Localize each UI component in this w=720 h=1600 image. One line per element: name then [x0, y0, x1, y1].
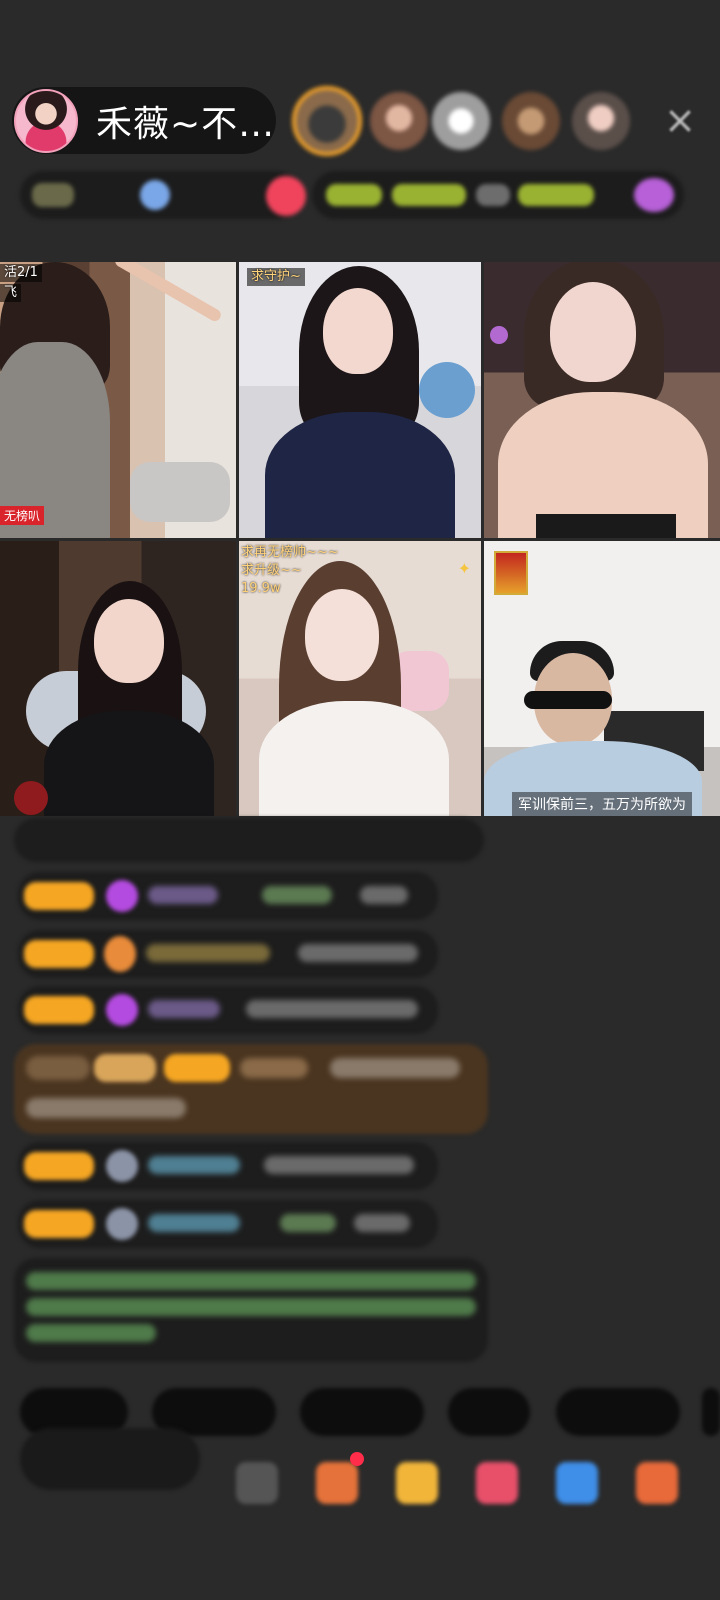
quick-chip-3[interactable]	[300, 1388, 424, 1436]
fan-badge-icon	[104, 936, 136, 972]
level-badge-icon	[164, 1054, 230, 1082]
share-icon[interactable]	[556, 1462, 598, 1504]
activity-chip-3	[476, 184, 510, 206]
host-info-pill[interactable]: 禾薇~不…	[12, 87, 276, 154]
chat-highlight-prefix	[26, 1056, 90, 1080]
guest-6-badge-icon	[494, 551, 528, 595]
guest-1-sub-label: 飞	[0, 284, 22, 302]
chat-text-4b	[26, 1098, 186, 1118]
chat-text-1	[360, 886, 408, 904]
level-badge-icon	[24, 996, 94, 1024]
activity-gift-icon[interactable]	[634, 178, 674, 212]
system-rules-text-3	[26, 1324, 156, 1342]
noble-badge-icon	[94, 1054, 156, 1082]
fans-icon	[140, 180, 170, 210]
chat-text-2	[298, 944, 418, 962]
chat-username-2[interactable]	[262, 886, 332, 904]
chat-text-6	[354, 1214, 410, 1232]
heart-icon[interactable]	[266, 176, 306, 216]
fan-club-icon	[106, 1208, 138, 1240]
guest-5-label-2: 求升级~~	[241, 563, 302, 578]
quick-chip-4[interactable]	[448, 1388, 530, 1436]
rank-badge-icon	[32, 183, 74, 207]
top-viewer-avatar-5[interactable]	[572, 92, 630, 150]
shop-icon[interactable]	[316, 1462, 358, 1504]
chat-username[interactable]	[148, 1000, 220, 1018]
gift-icon[interactable]	[636, 1462, 678, 1504]
guest-video-5[interactable]: 求再无榜帅~~~ 求升级~~ 19.9w ✦	[239, 541, 481, 816]
chat-username[interactable]	[148, 1156, 240, 1174]
close-icon[interactable]: ×	[660, 100, 700, 140]
chat-system-notice	[14, 818, 484, 862]
level-badge-icon	[24, 882, 94, 910]
diamond-icon	[106, 994, 138, 1026]
chat-text-4	[330, 1058, 460, 1078]
chat-username[interactable]	[148, 886, 218, 904]
comment-input[interactable]	[20, 1428, 200, 1490]
level-badge-icon	[24, 1152, 94, 1180]
top-viewer-avatar-3[interactable]	[432, 92, 490, 150]
guest-video-3[interactable]	[484, 262, 720, 538]
sparkle-icon: ✦	[457, 559, 471, 578]
guest-1-tag: 无榜叭	[0, 506, 45, 525]
chat-username[interactable]	[240, 1058, 308, 1078]
quick-chip-5[interactable]	[556, 1388, 680, 1436]
chat-text-5	[264, 1156, 414, 1174]
guest-video-2[interactable]: 求守护~	[239, 262, 481, 538]
diamond-icon	[106, 880, 138, 912]
chat-username-2[interactable]	[280, 1214, 336, 1232]
chat-text-3	[246, 1000, 418, 1018]
top-viewer-avatar-1[interactable]	[292, 86, 362, 156]
guest-video-4[interactable]	[0, 541, 236, 816]
quick-chip-6[interactable]	[702, 1388, 720, 1436]
multi-guest-video-grid: 活2/1 飞 无榜叭 求守护~ 求再无榜帅~~~ 求升级~~ 19.9w ✦ 军…	[0, 262, 720, 816]
top-viewer-avatar-4[interactable]	[502, 92, 560, 150]
guest-5-label-1: 求再无榜帅~~~	[241, 545, 339, 560]
guest-video-1[interactable]: 活2/1 飞 无榜叭	[0, 262, 236, 538]
guest-6-caption: 军训保前三，五万为所欲为	[512, 792, 692, 816]
gift-box-icon[interactable]	[396, 1462, 438, 1504]
host-avatar[interactable]	[14, 88, 78, 153]
chat-username[interactable]	[148, 1214, 240, 1232]
level-badge-icon	[24, 1210, 94, 1238]
top-viewer-avatar-2[interactable]	[370, 92, 428, 150]
guest-2-label: 求守护~	[247, 268, 305, 286]
host-name: 禾薇~不…	[96, 103, 276, 145]
system-rules-text-1	[26, 1272, 476, 1290]
fan-club-icon	[106, 1150, 138, 1182]
emoji-icon[interactable]	[236, 1462, 278, 1504]
chat-username[interactable]	[146, 944, 270, 962]
level-badge-icon	[24, 940, 94, 968]
activity-chip-1	[326, 184, 382, 206]
notification-dot-icon	[350, 1452, 364, 1466]
system-rules-text-2	[26, 1298, 476, 1316]
guest-1-rank-label: 活2/1	[0, 264, 42, 282]
activity-chip-2	[392, 184, 466, 206]
activity-chip-4	[518, 184, 594, 206]
guest-5-label-3: 19.9w	[241, 581, 281, 596]
guest-video-6[interactable]: 军训保前三，五万为所欲为	[484, 541, 720, 816]
fan-group-icon[interactable]	[476, 1462, 518, 1504]
